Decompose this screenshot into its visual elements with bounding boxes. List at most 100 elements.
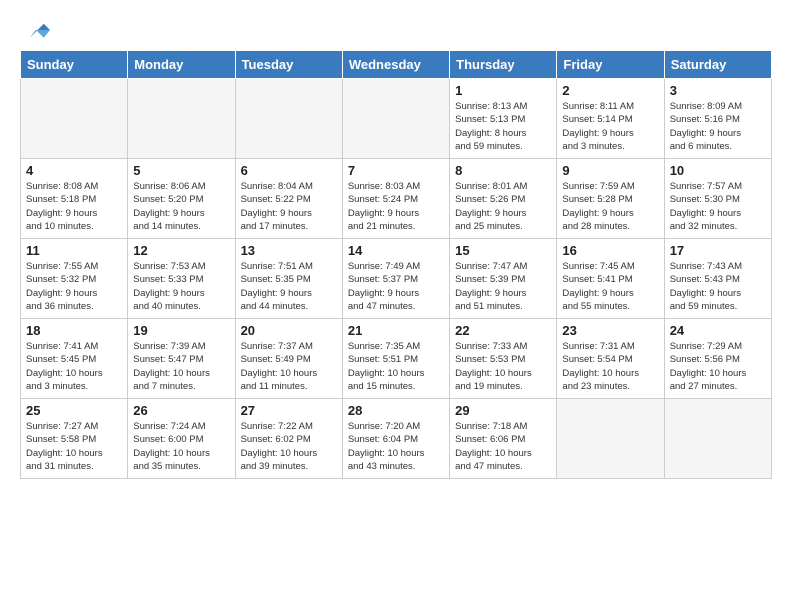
day-info: Sunrise: 7:53 AM Sunset: 5:33 PM Dayligh… [133, 260, 229, 313]
week-row-2: 11 Sunrise: 7:55 AM Sunset: 5:32 PM Dayli… [21, 239, 772, 319]
day-cell: 18Sunrise: 7:41 AM Sunset: 5:45 PM Dayli… [21, 319, 128, 399]
day-cell: 2 Sunrise: 8:11 AM Sunset: 5:14 PM Daylig… [557, 79, 664, 159]
day-number: 27 [241, 403, 337, 418]
weekday-header-monday: Monday [128, 51, 235, 79]
calendar-body: 1 Sunrise: 8:13 AM Sunset: 5:13 PM Daylig… [21, 79, 772, 479]
day-info: Sunrise: 7:27 AM Sunset: 5:58 PM Dayligh… [26, 420, 122, 473]
day-cell: 6 Sunrise: 8:04 AM Sunset: 5:22 PM Daylig… [235, 159, 342, 239]
day-info: Sunrise: 7:59 AM Sunset: 5:28 PM Dayligh… [562, 180, 658, 233]
weekday-header-saturday: Saturday [664, 51, 771, 79]
day-info: Sunrise: 7:29 AM Sunset: 5:56 PM Dayligh… [670, 340, 766, 393]
day-cell [128, 79, 235, 159]
day-cell [235, 79, 342, 159]
day-cell: 25 Sunrise: 7:27 AM Sunset: 5:58 PM Dayli… [21, 399, 128, 479]
day-info: Sunrise: 7:33 AM Sunset: 5:53 PM Dayligh… [455, 340, 551, 393]
day-number: 29 [455, 403, 551, 418]
day-cell: 28 Sunrise: 7:20 AM Sunset: 6:04 PM Dayli… [342, 399, 449, 479]
weekday-header-sunday: Sunday [21, 51, 128, 79]
day-info: Sunrise: 7:24 AM Sunset: 6:00 PM Dayligh… [133, 420, 229, 473]
day-info: Sunrise: 7:47 AM Sunset: 5:39 PM Dayligh… [455, 260, 551, 313]
day-info: Sunrise: 7:55 AM Sunset: 5:32 PM Dayligh… [26, 260, 122, 313]
day-info: Sunrise: 7:51 AM Sunset: 5:35 PM Dayligh… [241, 260, 337, 313]
day-info: Sunrise: 8:13 AM Sunset: 5:13 PM Dayligh… [455, 100, 551, 153]
day-cell: 1 Sunrise: 8:13 AM Sunset: 5:13 PM Daylig… [450, 79, 557, 159]
day-number: 2 [562, 83, 658, 98]
day-number: 8 [455, 163, 551, 178]
day-cell: 15 Sunrise: 7:47 AM Sunset: 5:39 PM Dayli… [450, 239, 557, 319]
day-number: 12 [133, 243, 229, 258]
day-info: Sunrise: 8:06 AM Sunset: 5:20 PM Dayligh… [133, 180, 229, 233]
day-cell: 17 Sunrise: 7:43 AM Sunset: 5:43 PM Dayli… [664, 239, 771, 319]
day-info: Sunrise: 8:11 AM Sunset: 5:14 PM Dayligh… [562, 100, 658, 153]
day-cell: 24 Sunrise: 7:29 AM Sunset: 5:56 PM Dayli… [664, 319, 771, 399]
day-cell: 26Sunrise: 7:24 AM Sunset: 6:00 PM Dayli… [128, 399, 235, 479]
weekday-header-row: SundayMondayTuesdayWednesdayThursdayFrid… [21, 51, 772, 79]
day-cell [557, 399, 664, 479]
day-info: Sunrise: 7:37 AM Sunset: 5:49 PM Dayligh… [241, 340, 337, 393]
day-number: 5 [133, 163, 229, 178]
weekday-header-friday: Friday [557, 51, 664, 79]
day-cell [664, 399, 771, 479]
weekday-header-tuesday: Tuesday [235, 51, 342, 79]
day-info: Sunrise: 8:08 AM Sunset: 5:18 PM Dayligh… [26, 180, 122, 233]
day-info: Sunrise: 7:22 AM Sunset: 6:02 PM Dayligh… [241, 420, 337, 473]
day-cell: 5 Sunrise: 8:06 AM Sunset: 5:20 PM Daylig… [128, 159, 235, 239]
day-number: 6 [241, 163, 337, 178]
day-info: Sunrise: 7:20 AM Sunset: 6:04 PM Dayligh… [348, 420, 444, 473]
day-info: Sunrise: 8:03 AM Sunset: 5:24 PM Dayligh… [348, 180, 444, 233]
day-number: 10 [670, 163, 766, 178]
day-cell: 9 Sunrise: 7:59 AM Sunset: 5:28 PM Daylig… [557, 159, 664, 239]
day-number: 16 [562, 243, 658, 258]
day-cell: 12 Sunrise: 7:53 AM Sunset: 5:33 PM Dayli… [128, 239, 235, 319]
day-number: 14 [348, 243, 444, 258]
day-cell: 10 Sunrise: 7:57 AM Sunset: 5:30 PM Dayli… [664, 159, 771, 239]
day-number: 3 [670, 83, 766, 98]
day-number: 23 [562, 323, 658, 338]
day-info: Sunrise: 8:04 AM Sunset: 5:22 PM Dayligh… [241, 180, 337, 233]
day-number: 1 [455, 83, 551, 98]
day-cell: 21Sunrise: 7:35 AM Sunset: 5:51 PM Dayli… [342, 319, 449, 399]
header [20, 16, 772, 40]
day-number: 4 [26, 163, 122, 178]
day-cell [342, 79, 449, 159]
day-cell: 16 Sunrise: 7:45 AM Sunset: 5:41 PM Dayli… [557, 239, 664, 319]
day-cell: 11 Sunrise: 7:55 AM Sunset: 5:32 PM Dayli… [21, 239, 128, 319]
day-info: Sunrise: 7:31 AM Sunset: 5:54 PM Dayligh… [562, 340, 658, 393]
day-number: 9 [562, 163, 658, 178]
page: SundayMondayTuesdayWednesdayThursdayFrid… [0, 0, 792, 489]
week-row-1: 4 Sunrise: 8:08 AM Sunset: 5:18 PM Daylig… [21, 159, 772, 239]
day-cell: 7Sunrise: 8:03 AM Sunset: 5:24 PM Daylig… [342, 159, 449, 239]
day-cell: 3 Sunrise: 8:09 AM Sunset: 5:16 PM Daylig… [664, 79, 771, 159]
day-number: 13 [241, 243, 337, 258]
day-info: Sunrise: 7:39 AM Sunset: 5:47 PM Dayligh… [133, 340, 229, 393]
day-cell: 23 Sunrise: 7:31 AM Sunset: 5:54 PM Dayli… [557, 319, 664, 399]
day-cell: 14 Sunrise: 7:49 AM Sunset: 5:37 PM Dayli… [342, 239, 449, 319]
day-cell: 29 Sunrise: 7:18 AM Sunset: 6:06 PM Dayli… [450, 399, 557, 479]
week-row-0: 1 Sunrise: 8:13 AM Sunset: 5:13 PM Daylig… [21, 79, 772, 159]
day-cell: 8 Sunrise: 8:01 AM Sunset: 5:26 PM Daylig… [450, 159, 557, 239]
day-info: Sunrise: 7:43 AM Sunset: 5:43 PM Dayligh… [670, 260, 766, 313]
day-number: 28 [348, 403, 444, 418]
day-number: 15 [455, 243, 551, 258]
day-number: 25 [26, 403, 122, 418]
weekday-header-thursday: Thursday [450, 51, 557, 79]
day-info: Sunrise: 8:09 AM Sunset: 5:16 PM Dayligh… [670, 100, 766, 153]
day-info: Sunrise: 8:01 AM Sunset: 5:26 PM Dayligh… [455, 180, 551, 233]
day-info: Sunrise: 7:49 AM Sunset: 5:37 PM Dayligh… [348, 260, 444, 313]
day-cell: 22 Sunrise: 7:33 AM Sunset: 5:53 PM Dayli… [450, 319, 557, 399]
week-row-3: 18Sunrise: 7:41 AM Sunset: 5:45 PM Dayli… [21, 319, 772, 399]
day-info: Sunrise: 7:45 AM Sunset: 5:41 PM Dayligh… [562, 260, 658, 313]
day-info: Sunrise: 7:18 AM Sunset: 6:06 PM Dayligh… [455, 420, 551, 473]
day-cell: 13 Sunrise: 7:51 AM Sunset: 5:35 PM Dayli… [235, 239, 342, 319]
day-number: 11 [26, 243, 122, 258]
day-info: Sunrise: 7:57 AM Sunset: 5:30 PM Dayligh… [670, 180, 766, 233]
day-number: 17 [670, 243, 766, 258]
calendar-table: SundayMondayTuesdayWednesdayThursdayFrid… [20, 50, 772, 479]
day-number: 22 [455, 323, 551, 338]
day-number: 24 [670, 323, 766, 338]
day-number: 18 [26, 323, 122, 338]
day-cell: 4 Sunrise: 8:08 AM Sunset: 5:18 PM Daylig… [21, 159, 128, 239]
day-number: 19 [133, 323, 229, 338]
day-cell: 20Sunrise: 7:37 AM Sunset: 5:49 PM Dayli… [235, 319, 342, 399]
weekday-header-wednesday: Wednesday [342, 51, 449, 79]
